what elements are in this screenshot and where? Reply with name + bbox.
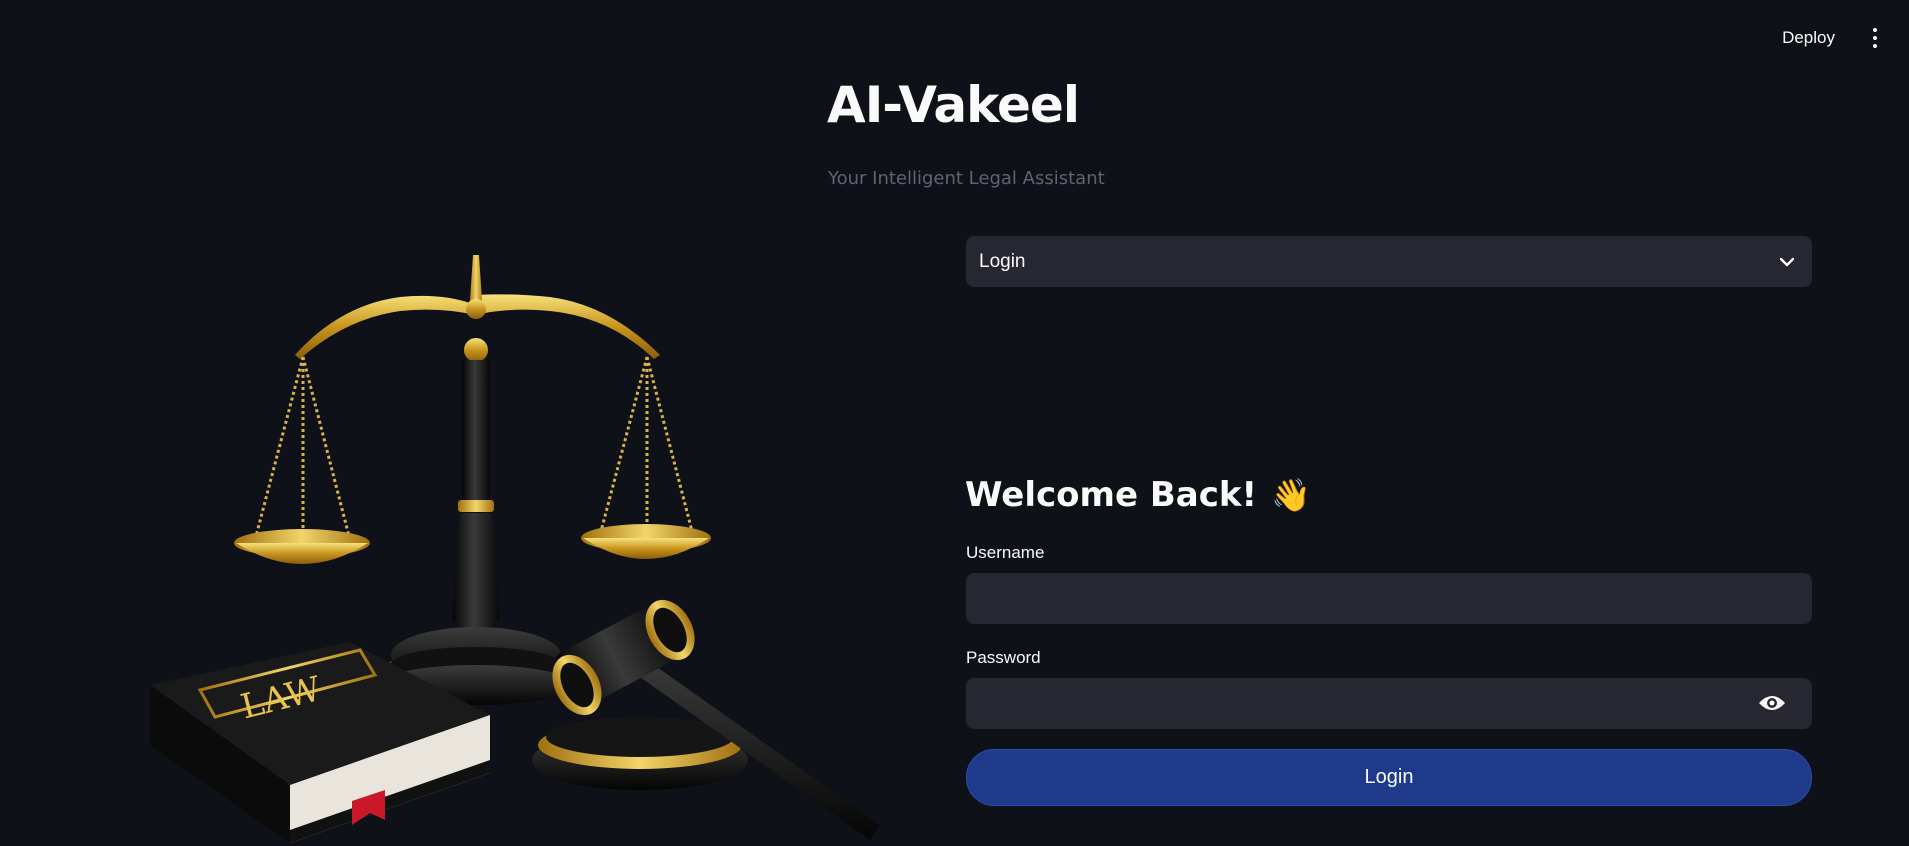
app-page: Deploy AI-Vakeel Your Intelligent Legal … xyxy=(0,0,1909,846)
username-field[interactable] xyxy=(966,573,1812,624)
page-title: AI-Vakeel xyxy=(827,76,1080,134)
justice-illustration: LAW xyxy=(150,255,880,843)
password-label: Password xyxy=(966,648,1041,667)
mode-select[interactable]: Login xyxy=(966,236,1812,287)
welcome-heading: Welcome Back! 👋 xyxy=(965,475,1311,515)
top-toolbar: Deploy xyxy=(1776,24,1887,52)
more-vertical-icon[interactable] xyxy=(1863,25,1887,51)
mode-select-value: Login xyxy=(979,250,1026,272)
chevron-down-icon xyxy=(1778,253,1796,271)
page-subtitle: Your Intelligent Legal Assistant xyxy=(828,168,1105,189)
eye-icon[interactable] xyxy=(1758,693,1786,713)
password-field[interactable] xyxy=(966,678,1812,729)
welcome-text: Welcome Back! xyxy=(965,475,1257,515)
username-label: Username xyxy=(966,543,1045,562)
waving-hand-icon: 👋 xyxy=(1270,476,1311,514)
gavel xyxy=(552,599,880,840)
deploy-button[interactable]: Deploy xyxy=(1776,24,1841,52)
login-button[interactable]: Login xyxy=(966,749,1812,806)
